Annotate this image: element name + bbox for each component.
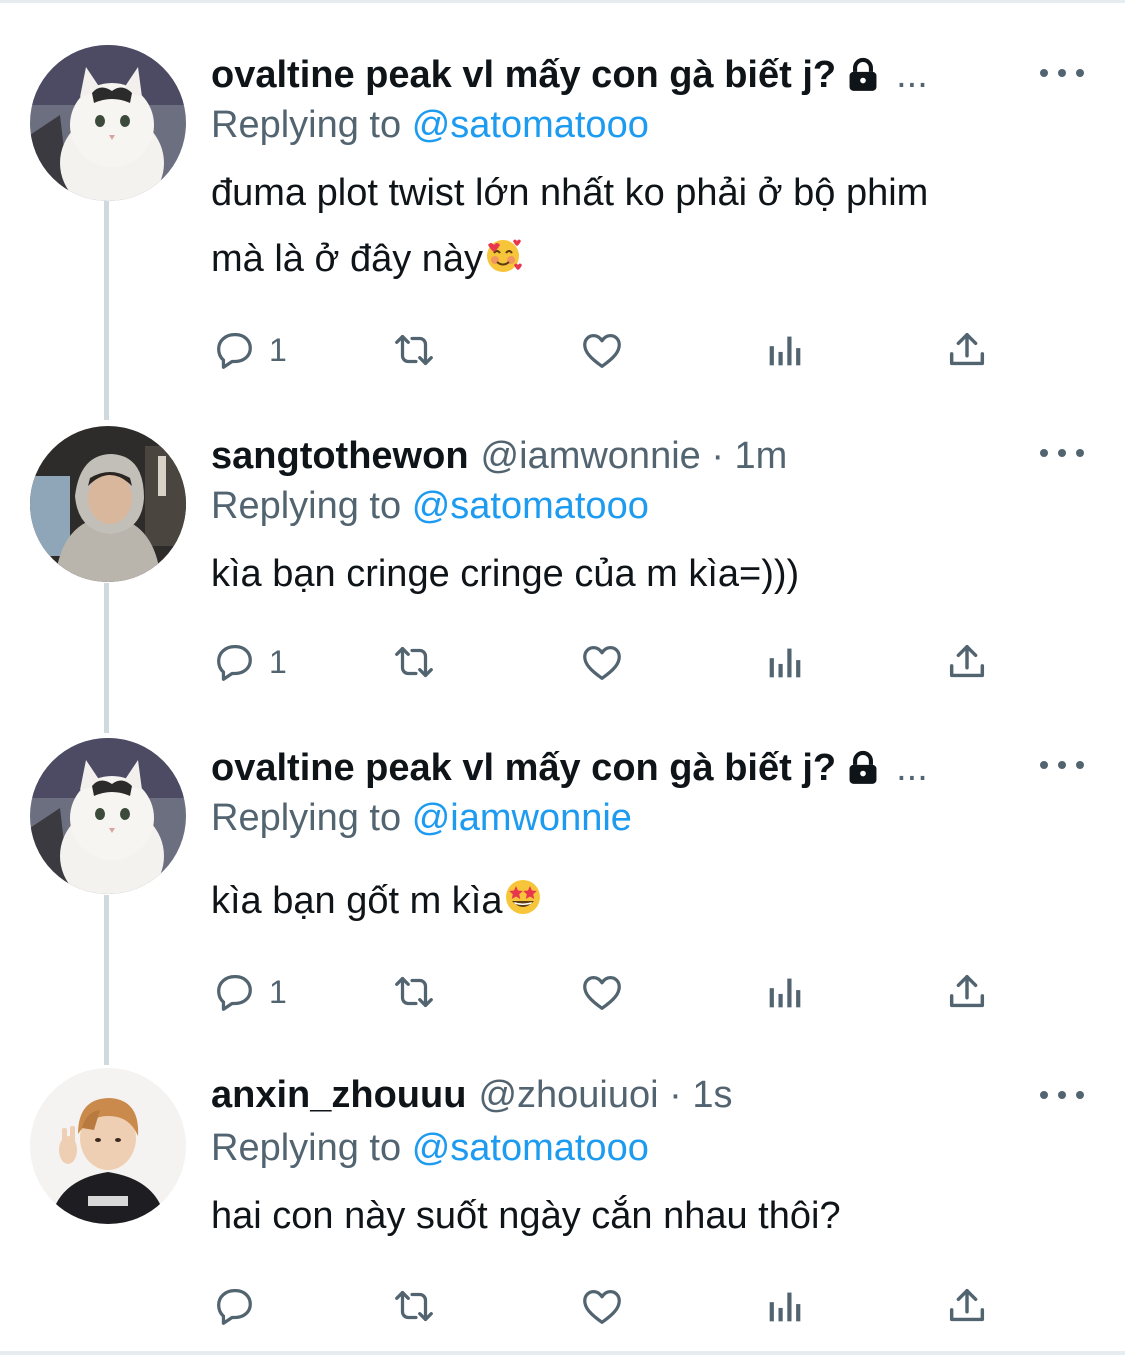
tweet-2[interactable]: sangtothewon @iamwonnie · 1m Replying to…: [0, 400, 1125, 710]
replying-prefix: Replying to: [211, 485, 402, 527]
reply-button[interactable]: 1: [211, 967, 287, 1017]
mention-link[interactable]: @satomatooo: [412, 104, 649, 146]
text-line-with-emoji: kìa bạn gốt m kìa: [211, 868, 1091, 934]
truncation-ellipsis: ...: [896, 54, 928, 96]
more-options-button[interactable]: [1040, 58, 1084, 88]
replying-to: Replying to @satomatooo: [211, 100, 649, 150]
retweet-button[interactable]: [391, 325, 437, 375]
reply-button[interactable]: [211, 1281, 269, 1331]
tweet-1[interactable]: ovaltine peak vl mấy con gà biết j? ... …: [0, 0, 1125, 400]
text-line: đuma plot twist lớn nhất ko phải ở bộ ph…: [211, 172, 929, 214]
replying-to: Replying to @satomatooo: [211, 481, 649, 531]
retweet-button[interactable]: [391, 637, 437, 687]
share-upload-icon: [949, 974, 985, 1008]
retweet-icon: [395, 1290, 433, 1322]
avatar-person[interactable]: [30, 1068, 186, 1224]
display-name[interactable]: ovaltine peak vl mấy con gà biết j?: [211, 743, 836, 793]
like-button[interactable]: [579, 967, 625, 1017]
retweet-icon: [395, 334, 433, 366]
text-line: hai con này suốt ngày cắn nhau thôi?: [211, 1195, 841, 1237]
handle-and-time[interactable]: @zhouiuoi · 1s: [478, 1070, 732, 1120]
text-line-with-emoji: mà là ở đây này: [211, 226, 1091, 292]
replying-prefix: Replying to: [211, 104, 402, 146]
handle-and-time[interactable]: @iamwonnie · 1m: [481, 431, 788, 481]
views-button[interactable]: [762, 637, 808, 687]
avatar-hoodie[interactable]: [30, 426, 186, 582]
more-options-button[interactable]: [1040, 750, 1084, 780]
bottom-divider: [0, 1351, 1125, 1355]
like-button[interactable]: [579, 637, 625, 687]
reply-button[interactable]: 1: [211, 325, 287, 375]
share-upload-icon: [949, 1288, 985, 1322]
action-bar: 1: [211, 967, 1011, 1017]
speech-bubble-icon: [217, 645, 252, 681]
tweet-header: sangtothewon @iamwonnie · 1m: [211, 431, 1065, 481]
tweet-3[interactable]: ovaltine peak vl mấy con gà biết j? ... …: [0, 710, 1125, 1050]
star-struck-icon: [505, 880, 540, 914]
heart-icon: [583, 333, 621, 368]
tweet-header: anxin_zhouuu @zhouiuoi · 1s: [211, 1070, 1065, 1120]
tweet-header: ovaltine peak vl mấy con gà biết j? ...: [211, 50, 1065, 100]
display-name[interactable]: anxin_zhouuu: [211, 1070, 466, 1120]
text-line: kìa bạn cringe cringe của m kìa=))): [211, 553, 800, 595]
replying-prefix: Replying to: [211, 1127, 402, 1169]
avatar-cat[interactable]: [30, 45, 186, 201]
share-button[interactable]: [944, 1281, 990, 1331]
reply-count: 1: [269, 973, 287, 1010]
like-button[interactable]: [579, 325, 625, 375]
speech-bubble-icon: [217, 333, 252, 369]
bar-chart-icon: [769, 978, 801, 1008]
reply-count: 1: [269, 643, 287, 680]
tweet-text: kìa bạn gốt m kìa: [211, 868, 1091, 934]
heart-icon: [583, 1289, 621, 1324]
lock-icon: [849, 750, 877, 784]
avatar-cat[interactable]: [30, 738, 186, 894]
bar-chart-icon: [769, 1292, 801, 1322]
retweet-button[interactable]: [391, 967, 437, 1017]
replying-to: Replying to @satomatooo: [211, 1123, 649, 1173]
views-button[interactable]: [762, 967, 808, 1017]
speech-bubble-icon: [217, 975, 252, 1011]
bar-chart-icon: [769, 336, 801, 366]
views-button[interactable]: [762, 1281, 808, 1331]
retweet-icon: [395, 646, 433, 678]
tweet-text: kìa bạn cringe cringe của m kìa=))): [211, 541, 1091, 607]
reply-count: 1: [269, 331, 287, 368]
display-name[interactable]: sangtothewon: [211, 431, 469, 481]
action-bar: 1: [211, 325, 1011, 375]
smiling-face-with-hearts-icon: [487, 239, 523, 272]
speech-bubble-icon: [217, 1289, 252, 1325]
heart-icon: [583, 645, 621, 680]
text-line: mà là ở đây này: [211, 238, 484, 280]
tweet-text: đuma plot twist lớn nhất ko phải ở bộ ph…: [211, 160, 1091, 292]
views-button[interactable]: [762, 325, 808, 375]
text-line: kìa bạn gốt m kìa: [211, 880, 503, 922]
more-options-button[interactable]: [1040, 438, 1084, 468]
mention-link[interactable]: @satomatooo: [412, 1127, 649, 1169]
action-bar: [211, 1281, 1011, 1331]
like-button[interactable]: [579, 1281, 625, 1331]
bar-chart-icon: [769, 648, 801, 678]
share-button[interactable]: [944, 637, 990, 687]
more-options-button[interactable]: [1040, 1080, 1084, 1110]
heart-icon: [583, 975, 621, 1010]
mention-link[interactable]: @iamwonnie: [412, 797, 632, 839]
tweet-text: hai con này suốt ngày cắn nhau thôi?: [211, 1183, 1091, 1249]
retweet-icon: [395, 976, 433, 1008]
share-upload-icon: [949, 644, 985, 678]
replying-prefix: Replying to: [211, 797, 402, 839]
action-bar: 1: [211, 637, 1011, 687]
lock-icon: [849, 57, 877, 91]
replying-to: Replying to @iamwonnie: [211, 793, 632, 843]
tweet-header: ovaltine peak vl mấy con gà biết j? ...: [211, 743, 1065, 793]
tweet-4[interactable]: anxin_zhouuu @zhouiuoi · 1s Replying to …: [0, 1050, 1125, 1351]
truncation-ellipsis: ...: [896, 747, 928, 789]
share-button[interactable]: [944, 325, 990, 375]
share-button[interactable]: [944, 967, 990, 1017]
mention-link[interactable]: @satomatooo: [412, 485, 649, 527]
display-name[interactable]: ovaltine peak vl mấy con gà biết j?: [211, 50, 836, 100]
retweet-button[interactable]: [391, 1281, 437, 1331]
reply-button[interactable]: 1: [211, 637, 287, 687]
share-upload-icon: [949, 332, 985, 366]
